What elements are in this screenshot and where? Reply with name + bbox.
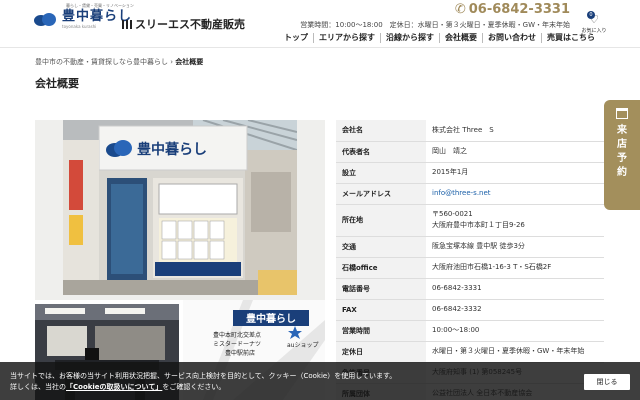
info-row: FAX 06-6842-3332 (336, 299, 604, 320)
info-row: メールアドレス info@three-s.net (336, 183, 604, 204)
company-info-table: 会社名 株式会社 Three S 代表者名 岡山 靖之 設立 2015年1月 メールアドレス… (336, 120, 604, 400)
info-row: 電話番号 06-6842-3331 (336, 278, 604, 299)
info-label: 定休日 (336, 341, 426, 362)
cookie-line-2-prefix: 詳しくは、当社の (10, 383, 66, 391)
favorites-count-badge: 0 (586, 11, 595, 19)
heart-icon: ♡ 0 (586, 11, 599, 26)
email-link[interactable]: info@three-s.net (432, 188, 598, 199)
cookie-message: 当サイトでは、お客様の当サイト利用状況把握、サービス向上検討を目的として、クッキ… (10, 371, 396, 393)
info-value: 〒560-0021 大阪府豊中市本町１丁目9-26 (426, 204, 604, 236)
info-value: 06-6842-3331 (426, 278, 604, 299)
info-value-line: 株式会社 Three S (432, 125, 494, 134)
info-row: 設立 2015年1月 (336, 162, 604, 183)
header-phone-number: 06-6842-3331 (468, 2, 570, 17)
info-label: 所在地 (336, 204, 426, 236)
info-value-line: 阪急宝塚本線 豊中駅 徒歩3分 (432, 242, 525, 250)
logo-mark-icon (34, 12, 58, 28)
visit-tab-char: 来 (617, 125, 627, 136)
info-row: 石橋office 大阪府池田市石橋1-16-3 T・S石橋2F (336, 257, 604, 278)
cookie-line-2-suffix: をご確認ください。 (162, 383, 226, 391)
info-label: 設立 (336, 162, 426, 183)
info-label: 代表者名 (336, 141, 426, 162)
info-value[interactable]: info@three-s.net (426, 183, 604, 204)
info-row: 交通 阪急宝塚本線 豊中駅 徒歩3分 (336, 236, 604, 257)
cookie-policy-link[interactable]: 「Cookieの取扱いについて」 (66, 383, 162, 391)
site-logo[interactable]: 豊中暮らし toyonaka kurashi (34, 10, 132, 29)
logo-tagline: 暮らし・賃貸・売買・リノベーション (66, 3, 134, 8)
nav-company[interactable]: 会社概要 (439, 33, 482, 43)
breadcrumb: 豊中市の不動産・賃貸探しなら豊中暮らし › 会社概要 (35, 57, 203, 67)
info-value-line: 2015年1月 (432, 168, 469, 176)
nav-line-search[interactable]: 沿線から探す (380, 33, 439, 43)
info-label: 電話番号 (336, 278, 426, 299)
favorites-button[interactable]: ♡ 0 お気に入り (581, 8, 607, 34)
info-row: 定休日 水曜日・第３火曜日・夏季休暇・GW・年末年始 (336, 341, 604, 362)
info-value: 06-6842-3332 (426, 299, 604, 320)
visit-reservation-tab[interactable]: 来 店 予 約 (604, 100, 640, 210)
nav-sales[interactable]: 売買はこちら (541, 33, 600, 43)
info-row: 会社名 株式会社 Three S (336, 120, 604, 141)
visit-tab-char: 予 (617, 153, 627, 164)
breadcrumb-separator: › (170, 58, 174, 66)
nav-area-search[interactable]: エリアから探す (313, 33, 380, 43)
info-row: 所在地 〒560-0021 大阪府豊中市本町１丁目9-26 (336, 204, 604, 236)
info-value-line: 10:00〜18:00 (432, 326, 480, 334)
storefront-photo: 豊中暮らし (63, 120, 297, 295)
info-label: 営業時間 (336, 320, 426, 341)
company-brand: スリーエス不動産販売 (122, 16, 245, 32)
info-value-line: 06-6842-3331 (432, 284, 482, 292)
info-value: 大阪府池田市石橋1-16-3 T・S石橋2F (426, 257, 604, 278)
info-value-line: 〒560-0021 (432, 210, 473, 218)
map-sign-text: 豊中暮らし (246, 312, 296, 325)
info-value: 2015年1月 (426, 162, 604, 183)
map-label-intersection: 豊中本町北交差点 (213, 331, 261, 339)
info-label: 石橋office (336, 257, 426, 278)
info-value: 岡山 靖之 (426, 141, 604, 162)
info-value-line: 水曜日・第３火曜日・夏季休暇・GW・年末年始 (432, 347, 585, 355)
info-value-line: 06-6842-3332 (432, 305, 482, 313)
info-row: 営業時間 10:00〜18:00 (336, 320, 604, 341)
map-label-au: auショップ (287, 342, 318, 349)
breadcrumb-current: 会社概要 (175, 58, 204, 66)
nav-top[interactable]: トップ (279, 33, 313, 43)
storefront-photo-panel: 豊中暮らし (35, 120, 325, 300)
breadcrumb-home[interactable]: 豊中市の不動産・賃貸探しなら豊中暮らし (35, 58, 168, 66)
page-title: 会社概要 (35, 77, 79, 90)
info-value: 阪急宝塚本線 豊中駅 徒歩3分 (426, 236, 604, 257)
cookie-line-1: 当サイトでは、お客様の当サイト利用状況把握、サービス向上検討を目的として、クッキ… (10, 372, 397, 380)
info-row: 代表者名 岡山 靖之 (336, 141, 604, 162)
info-label: FAX (336, 299, 426, 320)
phone-icon: ✆ (454, 2, 466, 17)
info-value: 10:00〜18:00 (426, 320, 604, 341)
map-label-donut: ミスタードーナツ (213, 340, 261, 348)
info-value-line: 岡山 靖之 (432, 147, 467, 155)
info-value-line: 大阪府池田市石橋1-16-3 T・S石橋2F (432, 263, 552, 271)
info-label: 交通 (336, 236, 426, 257)
info-value-line: 大阪府豊中市本町１丁目9-26 (432, 221, 525, 229)
visit-tab-char: 約 (617, 167, 627, 178)
info-label: 会社名 (336, 120, 426, 141)
cookie-close-button[interactable]: 閉じる (584, 374, 630, 390)
nav-contact[interactable]: お問い合わせ (482, 33, 541, 43)
store-sign-text: 豊中暮らし (137, 141, 207, 158)
info-value: 水曜日・第３火曜日・夏季休暇・GW・年末年始 (426, 341, 604, 362)
info-value: 株式会社 Three S (426, 120, 604, 141)
info-label: メールアドレス (336, 183, 426, 204)
cookie-banner: 当サイトでは、お客様の当サイト利用状況把握、サービス向上検討を目的として、クッキ… (0, 362, 640, 400)
company-name: スリーエス不動産販売 (135, 18, 245, 31)
map-label-station: 豊中駅前店 (225, 349, 255, 357)
global-nav: トップ エリアから探す 沿線から探す 会社概要 お問い合わせ 売買はこちら (279, 33, 600, 43)
visit-tab-char: 店 (617, 139, 627, 150)
storefront-illustration: 豊中暮らし (63, 120, 297, 295)
header-phone[interactable]: ✆ 06-6842-3331 (455, 2, 570, 17)
company-bars-icon (122, 20, 132, 29)
business-hours: 営業時間：10:00〜18:00 定休日：水曜日・第３火曜日・夏季休暇・GW・年… (300, 21, 570, 29)
shop-icon (616, 108, 628, 119)
site-header: 豊中暮らし toyonaka kurashi 暮らし・賃貸・売買・リノベーション… (0, 0, 640, 48)
